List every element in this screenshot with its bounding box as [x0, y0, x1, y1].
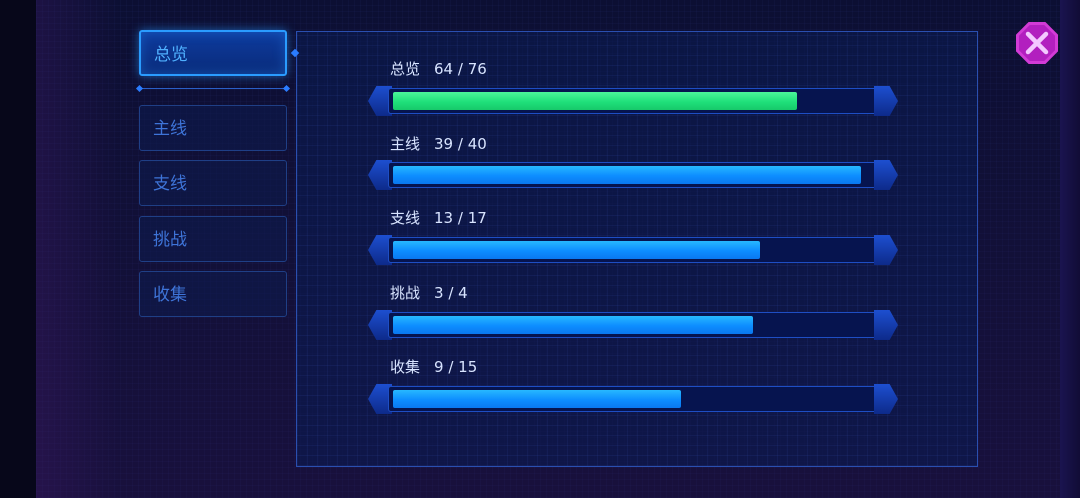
- progress-name: 总览: [390, 60, 421, 78]
- progress-bar-challenge: [368, 310, 898, 340]
- progress-count: 13 / 17: [434, 209, 487, 227]
- bar-cap-right: [874, 384, 898, 414]
- progress-name: 支线: [390, 209, 421, 227]
- bar-fill: [393, 316, 753, 334]
- tab-challenge[interactable]: 挑战: [139, 216, 287, 262]
- bar-fill: [393, 241, 760, 259]
- progress-row-label: 收集 9 / 15: [390, 357, 477, 377]
- progress-bar-overview: [368, 86, 898, 116]
- bar-cap-right: [874, 160, 898, 190]
- progress-count: 64 / 76: [434, 60, 487, 78]
- tab-collection[interactable]: 收集: [139, 271, 287, 317]
- bar-fill: [393, 92, 797, 110]
- tab-divider: [139, 88, 287, 92]
- bar-cap-right: [874, 310, 898, 340]
- bar-track: [388, 162, 878, 188]
- bar-fill: [393, 390, 681, 408]
- bar-track: [388, 88, 878, 114]
- progress-bar-main-quest: [368, 160, 898, 190]
- progress-count: 39 / 40: [434, 135, 487, 153]
- bar-cap-right: [874, 235, 898, 265]
- bar-track: [388, 386, 878, 412]
- progress-row-label: 挑战 3 / 4: [390, 283, 468, 303]
- progress-name: 挑战: [390, 284, 421, 302]
- left-edge: [0, 0, 36, 498]
- progress-row-label: 总览 64 / 76: [390, 59, 487, 79]
- tab-overview[interactable]: 总览: [139, 30, 287, 76]
- bar-track: [388, 237, 878, 263]
- bar-fill: [393, 166, 861, 184]
- bar-cap-right: [874, 86, 898, 116]
- progress-bar-side-quest: [368, 235, 898, 265]
- right-edge: [1060, 0, 1080, 498]
- progress-count: 3 / 4: [434, 284, 468, 302]
- tab-main-quest[interactable]: 主线: [139, 105, 287, 151]
- progress-name: 收集: [390, 358, 421, 376]
- progress-bar-collection: [368, 384, 898, 414]
- progress-name: 主线: [390, 135, 421, 153]
- tab-side-quest[interactable]: 支线: [139, 160, 287, 206]
- bar-track: [388, 312, 878, 338]
- progress-row-label: 支线 13 / 17: [390, 208, 487, 228]
- progress-count: 9 / 15: [434, 358, 478, 376]
- category-tabs: 总览 主线 支线 挑战 收集: [139, 30, 291, 330]
- progress-row-label: 主线 39 / 40: [390, 134, 487, 154]
